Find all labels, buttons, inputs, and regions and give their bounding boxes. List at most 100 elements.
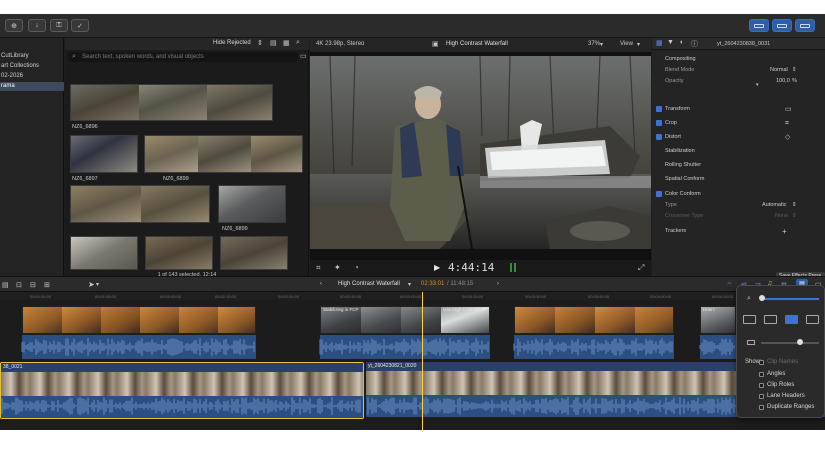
select-tool-icon[interactable]: ➤ <box>88 280 95 289</box>
browser-clip[interactable] <box>145 236 213 270</box>
zoom-slider-handle[interactable] <box>759 295 765 301</box>
browser-clip[interactable] <box>70 185 210 223</box>
browser-clip[interactable] <box>218 185 286 223</box>
ruler-tick: 00:02:45:00 <box>340 294 362 299</box>
speed-icon[interactable]: ◔ <box>354 263 359 272</box>
opacity-value[interactable]: 100,0 <box>776 76 790 87</box>
clip-names-option[interactable]: Clip Names <box>759 359 798 365</box>
import-button[interactable]: ⊕ <box>5 19 23 32</box>
clip-height-option-half-icon[interactable] <box>764 315 777 324</box>
browser-search-input[interactable]: ⌕ Search text, spoken words, and visual … <box>68 52 298 62</box>
timeline-project-title[interactable]: High Contrast Waterfall <box>338 281 400 287</box>
zoom-menu[interactable]: 37% <box>588 41 600 47</box>
duplicate-ranges-option[interactable]: Duplicate Ranges <box>759 404 815 410</box>
distort-onscreen-icon[interactable]: ◇ <box>785 132 790 143</box>
crop-onscreen-icon[interactable]: ⌗ <box>785 118 789 129</box>
lane-headers-checkbox[interactable] <box>759 394 764 399</box>
blend-mode-value[interactable]: Normal <box>770 65 788 76</box>
clip-appearance-icon[interactable]: ▤ <box>270 39 277 47</box>
distort-checkbox[interactable] <box>656 134 662 140</box>
timeline[interactable]: Stabilizing in FCP Use High Contrast W H… <box>0 300 825 430</box>
color-conform-checkbox[interactable] <box>656 191 662 197</box>
clip-height-slider[interactable] <box>761 342 819 344</box>
clip-name: NZ6_6899 <box>222 226 248 232</box>
fullscreen-icon[interactable]: ⤢ <box>638 263 644 273</box>
browser-clip[interactable] <box>70 84 273 121</box>
filter-chevron-icon: ⇕ <box>257 40 263 47</box>
library-item[interactable]: CutLibrary <box>0 52 64 61</box>
transform-checkbox[interactable] <box>656 106 662 112</box>
skimming-icon[interactable]: ⇔ <box>726 280 733 287</box>
clip-name: NZ6_6899 <box>163 176 189 182</box>
distort-section[interactable]: Distort ◇ <box>652 132 825 143</box>
lane-headers-option[interactable]: Lane Headers <box>759 393 805 399</box>
keyword-button[interactable]: ⚿ <box>50 19 68 32</box>
background-tasks-button[interactable]: ✓ <box>71 19 89 32</box>
spatial-conform-section[interactable]: Spatial Conform <box>652 174 825 185</box>
rolling-shutter-section[interactable]: Rolling Shutter <box>652 160 825 171</box>
search-toggle-icon[interactable]: ⌕ <box>296 39 300 47</box>
compositing-section[interactable]: Compositing <box>652 54 825 65</box>
type-value[interactable]: Automatic <box>762 200 786 211</box>
transform-section[interactable]: Transform ▭ <box>652 104 825 115</box>
connect-clip-icon[interactable]: ⊡ <box>16 281 22 289</box>
clip-height-option-filmstrip-icon[interactable] <box>743 315 756 324</box>
clip-roles-checkbox[interactable] <box>759 383 764 388</box>
clip-height-option-selected-icon[interactable] <box>785 315 798 324</box>
library-item-selected[interactable]: rama <box>0 82 64 91</box>
transform-tool-icon[interactable]: ⌗ <box>316 263 321 273</box>
angles-option[interactable]: Angles <box>759 371 785 377</box>
browser-clip[interactable] <box>144 135 303 173</box>
history-forward-icon[interactable]: › <box>497 281 499 287</box>
inspector-clip-name: yt_2604230838_0031 <box>717 41 771 47</box>
clip-names-checkbox[interactable] <box>759 360 764 365</box>
clip-roles-option[interactable]: Clip Roles <box>759 382 794 388</box>
append-clip-icon[interactable]: ⊞ <box>44 281 50 289</box>
inspector-layout-button[interactable] <box>795 19 815 32</box>
zoom-slider[interactable] <box>761 298 819 300</box>
filmstrip-icon[interactable]: ▭ <box>300 52 307 60</box>
history-back-icon[interactable]: ‹ <box>320 281 322 287</box>
browser-clip[interactable] <box>70 135 138 173</box>
audio-inspector-icon[interactable]: ◖ <box>679 39 683 46</box>
inspector-layout-icon <box>800 23 810 28</box>
info-inspector-icon[interactable]: ⓘ <box>691 39 698 49</box>
play-icon[interactable]: ▶ <box>434 263 440 272</box>
library-item[interactable]: 02-2026 <box>0 72 64 81</box>
clip-height-slider-handle[interactable] <box>797 339 803 345</box>
index-icon[interactable]: ▤ <box>2 281 9 289</box>
transform-onscreen-icon[interactable]: ▭ <box>785 104 792 115</box>
color-conform-section[interactable]: Color Conform <box>652 189 825 200</box>
zoom-chevron-icon: ▾ <box>600 42 604 48</box>
browser-clip[interactable] <box>220 236 288 270</box>
view-menu[interactable]: View <box>620 41 633 47</box>
clip-height-option-video-icon[interactable] <box>806 315 819 324</box>
video-inspector-icon[interactable]: ▦ <box>656 39 663 47</box>
enhancements-icon[interactable]: ✦ <box>334 263 341 272</box>
color-inspector-icon[interactable]: ▼ <box>667 39 674 46</box>
connected-clip-label: Use High Contrast W <box>443 307 486 312</box>
viewer-timecode[interactable]: 4:44:14 <box>448 261 494 274</box>
crop-section[interactable]: Crop ⌗ <box>652 118 825 129</box>
crossover-label: Crossover Type <box>665 213 704 219</box>
duplicate-ranges-label: Duplicate Ranges <box>767 404 815 410</box>
angles-checkbox[interactable] <box>759 372 764 377</box>
toolbar: ⊕ ↓ ⚿ ✓ <box>0 14 825 38</box>
download-button[interactable]: ↓ <box>28 19 46 32</box>
opacity-slider-handle[interactable]: ▾ <box>756 80 759 91</box>
grid-view-icon[interactable]: ▦ <box>283 39 290 47</box>
insert-clip-icon[interactable]: ⊟ <box>30 281 36 289</box>
timeline-layout-button[interactable] <box>772 19 792 32</box>
timeline-ruler[interactable]: 00:01:30:00 00:01:45:00 00:02:00:00 00:0… <box>0 292 825 300</box>
browser-layout-button[interactable] <box>749 19 769 32</box>
stabilization-section[interactable]: Stabilization <box>652 146 825 157</box>
add-tracker-icon[interactable]: + <box>782 226 787 237</box>
ruler-tick: 00:01:45:00 <box>95 294 117 299</box>
duplicate-ranges-checkbox[interactable] <box>759 405 764 410</box>
crop-checkbox[interactable] <box>656 120 662 126</box>
hide-rejected-filter[interactable]: Hide Rejected <box>213 40 251 46</box>
ruler-tick: 00:02:15:00 <box>215 294 237 299</box>
playhead[interactable] <box>422 292 423 430</box>
library-item[interactable]: art Collections <box>0 62 64 71</box>
browser-clip[interactable] <box>70 236 138 270</box>
